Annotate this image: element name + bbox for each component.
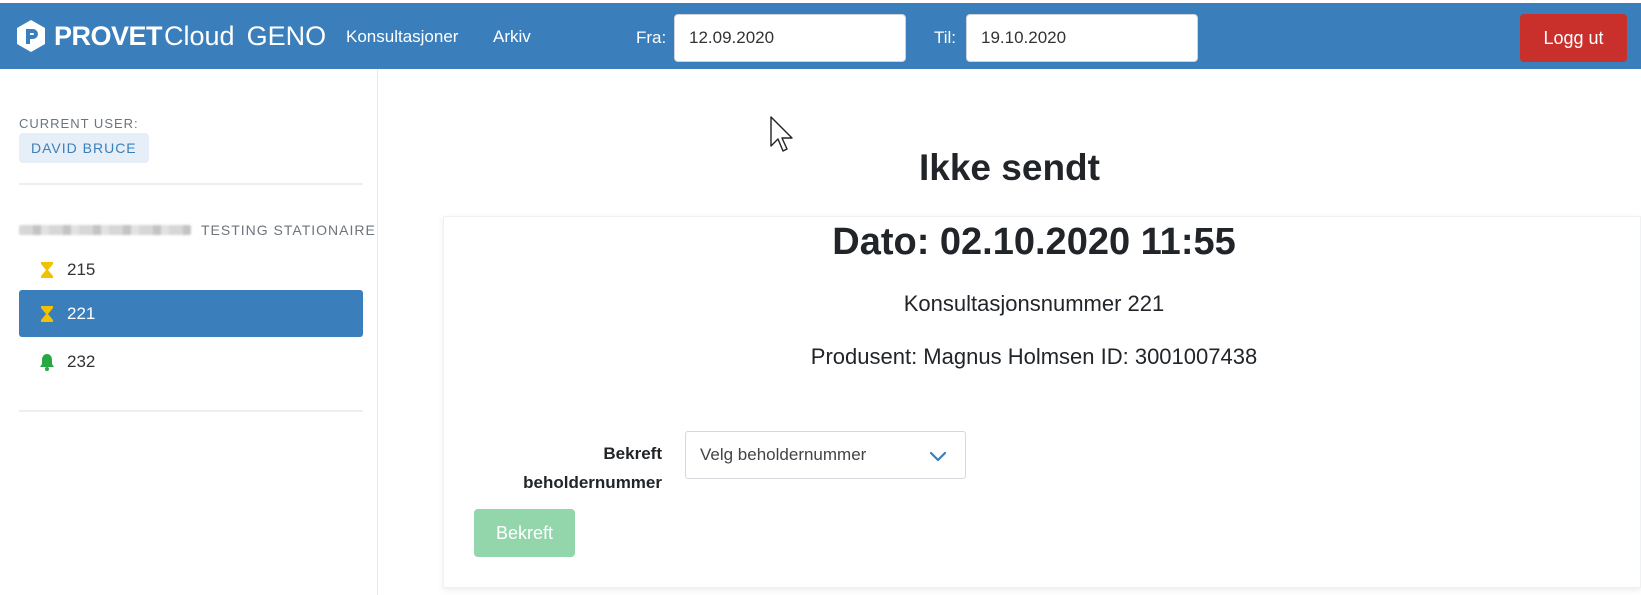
producer-info: Produsent: Magnus Holmsen ID: 3001007438 [810,344,1258,369]
brand-app-name: GENO [246,20,327,51]
container-number-label: Bekreft beholdernummer [464,439,662,497]
consultation-date: Dato: 02.10.2020 11:55 [832,221,1236,263]
sidebar-divider [19,410,363,412]
container-number-label-line2: beholdernummer [523,473,662,492]
current-user-badge: DAVID BRUCE [19,133,149,163]
sidebar-divider [19,183,363,185]
sidebar-item-221[interactable]: 221 [19,290,363,337]
confirm-button[interactable]: Bekreft [474,509,575,557]
hourglass-icon [39,304,55,324]
sidebar-item-215[interactable]: 215 [19,246,363,293]
page-title: Ikke sendt [919,147,1100,188]
select-placeholder: Velg beholdernummer [700,445,867,464]
mouse-cursor-icon [770,116,793,152]
sidebar-item-232[interactable]: 232 [19,338,363,385]
from-date-input[interactable]: 12.09.2020 [674,14,906,62]
brand-provet-text: PROVET [54,20,163,51]
top-navbar: PROVET Cloud GENO Konsultasjoner Arkiv F… [0,0,1641,69]
brand-logo[interactable]: PROVET Cloud GENO [14,18,326,54]
chevron-down-icon [929,451,947,462]
logout-button[interactable]: Logg ut [1520,14,1627,62]
container-number-select[interactable]: Velg beholdernummer [685,431,966,479]
consultation-card: Dato: 02.10.2020 11:55 Konsultasjonsnumm… [443,216,1641,588]
clinic-name: TESTING STATIONAIRE [201,222,376,238]
sidebar: CURRENT USER: DAVID BRUCE TESTING STATIO… [0,69,378,595]
redacted-clinic-name [19,225,191,235]
clinic-header: TESTING STATIONAIRE [19,222,376,238]
to-date-label: Til: [934,28,957,47]
hourglass-icon [39,260,55,280]
sidebar-item-label: 215 [67,259,96,279]
current-user-label: CURRENT USER: [19,116,139,131]
to-date-value: 19.10.2020 [981,28,1067,47]
sidebar-item-label: 221 [67,303,96,323]
sidebar-item-label: 232 [67,351,96,371]
from-date-label: Fra: [636,28,667,47]
to-date-input[interactable]: 19.10.2020 [966,14,1198,62]
bell-icon [39,352,55,372]
from-date-value: 12.09.2020 [689,28,775,47]
nav-arkiv[interactable]: Arkiv [493,27,531,47]
brand-cloud-text: Cloud [164,20,235,51]
consultation-number: Konsultasjonsnummer 221 [903,291,1165,316]
provet-logo-icon [17,20,45,52]
container-number-label-line1: Bekreft [603,444,662,463]
nav-konsultasjoner[interactable]: Konsultasjoner [346,27,458,47]
